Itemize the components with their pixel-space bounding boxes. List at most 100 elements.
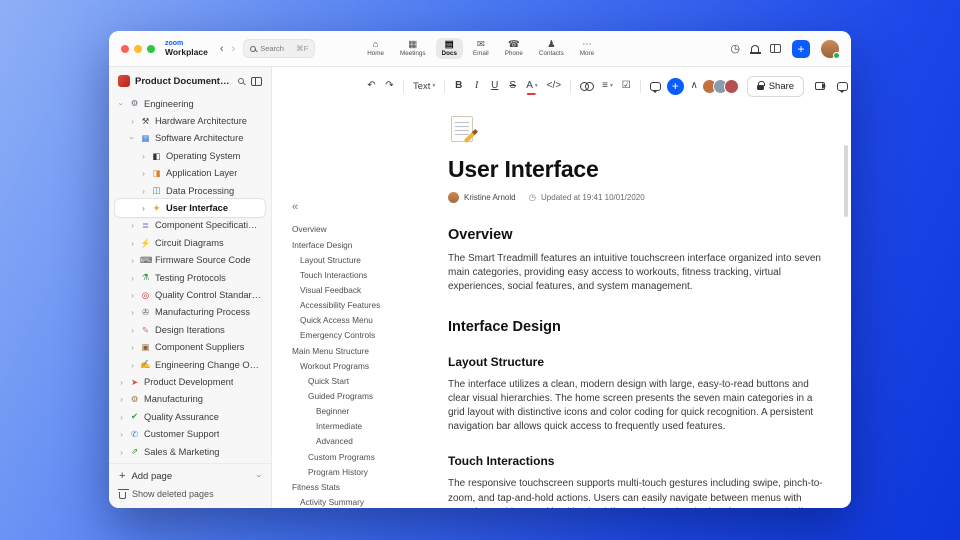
chevron-right-icon[interactable]: › xyxy=(129,307,136,317)
maximize-button[interactable] xyxy=(147,44,155,53)
sidebar-item-firmware-source-code[interactable]: › ⌨ Firmware Source Code xyxy=(115,252,265,269)
redo-button[interactable]: ↷ xyxy=(382,76,397,96)
forward-button[interactable]: › xyxy=(232,43,236,55)
underline-button[interactable]: U xyxy=(487,76,502,96)
sidebar-item-manufacturing[interactable]: › ⚙ Manufacturing xyxy=(115,391,265,408)
chevron-right-icon[interactable]: › xyxy=(118,412,125,422)
sidebar-item-design-iterations[interactable]: › ✎ Design Iterations xyxy=(115,321,265,338)
outline-item-intermediate[interactable]: Intermediate xyxy=(292,419,442,434)
chevron-right-icon[interactable]: › xyxy=(129,255,136,265)
doc-heading-overview[interactable]: Overview xyxy=(448,227,826,243)
insert-button[interactable]: + xyxy=(666,77,684,95)
side-panel-icon[interactable] xyxy=(770,44,781,53)
chevron-right-icon[interactable]: › xyxy=(129,116,136,126)
comment-button[interactable] xyxy=(647,76,664,96)
doc-paragraph[interactable]: The Smart Treadmill features an intuitiv… xyxy=(448,252,826,295)
chevron-right-icon[interactable]: › xyxy=(129,290,136,300)
sidebar-item-component-specifications[interactable]: › ≣ Component Specifications xyxy=(115,217,265,234)
sidebar-item-manufacturing-process[interactable]: › ✇ Manufacturing Process xyxy=(115,304,265,321)
history-icon[interactable]: ◷ xyxy=(730,42,740,55)
doc-heading-touch-interactions[interactable]: Touch Interactions xyxy=(448,454,826,468)
outline-item-activity-summary[interactable]: Activity Summary xyxy=(292,495,442,508)
sidebar-item-hardware-architecture[interactable]: › ⚒ Hardware Architecture xyxy=(115,112,265,129)
chevron-right-icon[interactable]: › xyxy=(129,220,136,230)
chevron-down-icon[interactable]: › xyxy=(128,135,138,142)
outline-item-layout-structure[interactable]: Layout Structure xyxy=(292,252,442,267)
close-button[interactable] xyxy=(121,44,129,53)
chevron-right-icon[interactable]: › xyxy=(129,325,136,335)
outline-item-quick-start[interactable]: Quick Start xyxy=(292,373,442,388)
sidebar-item-component-suppliers[interactable]: › ▣ Component Suppliers xyxy=(115,338,265,355)
add-page-button[interactable]: + Add page › xyxy=(119,470,265,482)
collapse-outline-button[interactable]: « xyxy=(292,201,442,213)
sidebar-item-engineering-change-orders[interactable]: › ✍ Engineering Change Orders xyxy=(115,356,265,373)
chevron-right-icon[interactable]: › xyxy=(140,186,147,196)
bold-button[interactable]: B xyxy=(451,76,466,96)
tab-docs[interactable]: ▤ Docs xyxy=(435,37,463,60)
new-button[interactable]: + xyxy=(792,39,810,58)
chevron-right-icon[interactable]: › xyxy=(129,360,136,370)
doc-paragraph[interactable]: The responsive touchscreen supports mult… xyxy=(448,477,826,508)
minimize-button[interactable] xyxy=(134,44,142,53)
chevron-down-icon[interactable]: › xyxy=(255,475,265,478)
text-color-button[interactable]: A ▾ xyxy=(523,76,540,96)
link-button[interactable] xyxy=(577,76,596,96)
collaborator-avatar[interactable] xyxy=(723,78,739,94)
sidebar-item-quality-control-standards[interactable]: › ◎ Quality Control Standards xyxy=(115,286,265,303)
doc-heading-interface-design[interactable]: Interface Design xyxy=(448,319,826,335)
sidebar-item-sales-marketing[interactable]: › ⇗ Sales & Marketing xyxy=(115,443,265,460)
sidebar-item-customer-support[interactable]: › ✆ Customer Support xyxy=(115,425,265,442)
outline-item-interface-design[interactable]: Interface Design xyxy=(292,237,442,252)
chat-button[interactable] xyxy=(834,76,851,96)
outline-item-touch-interactions[interactable]: Touch Interactions xyxy=(292,267,442,282)
chevron-right-icon[interactable]: › xyxy=(129,238,136,248)
notifications-icon[interactable] xyxy=(749,44,761,54)
sidebar-search-icon[interactable] xyxy=(238,78,244,84)
sidebar-item-testing-protocols[interactable]: › ⚗ Testing Protocols xyxy=(115,269,265,286)
collapse-toolbar-button[interactable]: ∧ xyxy=(687,76,702,96)
sidebar-item-user-interface[interactable]: › ✦ User Interface xyxy=(115,199,265,217)
tab-phone[interactable]: ☎ Phone xyxy=(499,38,529,60)
code-button[interactable]: </> xyxy=(544,76,564,96)
video-button[interactable] xyxy=(812,76,828,96)
outline-item-custom-programs[interactable]: Custom Programs xyxy=(292,449,442,464)
sidebar-item-engineering[interactable]: › ⚙ Engineering xyxy=(115,95,265,112)
italic-button[interactable]: I xyxy=(469,76,484,96)
outline-item-overview[interactable]: Overview xyxy=(292,222,442,237)
tab-more[interactable]: ⋯ More xyxy=(574,38,600,60)
tab-meetings[interactable]: ▦ Meetings xyxy=(394,38,432,60)
doc-heading-layout-structure[interactable]: Layout Structure xyxy=(448,355,826,369)
chevron-right-icon[interactable]: › xyxy=(129,342,136,352)
undo-button[interactable]: ↶ xyxy=(364,76,379,96)
sidebar-item-circuit-diagrams[interactable]: › ⚡ Circuit Diagrams xyxy=(115,234,265,251)
outline-item-workout-programs[interactable]: Workout Programs xyxy=(292,358,442,373)
chevron-right-icon[interactable]: › xyxy=(118,447,125,457)
sidebar-item-application-layer[interactable]: › ◨ Application Layer xyxy=(115,165,265,182)
show-deleted-pages-button[interactable]: Show deleted pages xyxy=(118,489,261,499)
sidebar-item-data-processing[interactable]: › ◫ Data Processing xyxy=(115,182,265,199)
chevron-right-icon[interactable]: › xyxy=(118,429,125,439)
tab-email[interactable]: ✉ Email xyxy=(467,38,495,60)
sidebar-item-quality-assurance[interactable]: › ✔ Quality Assurance xyxy=(115,408,265,425)
tab-home[interactable]: ⌂ Home xyxy=(361,38,390,60)
memo-emoji-icon[interactable] xyxy=(448,115,479,145)
strikethrough-button[interactable]: S xyxy=(505,76,520,96)
doc-paragraph[interactable]: The interface utilizes a clean, modern d… xyxy=(448,378,826,435)
outline-item-beginner[interactable]: Beginner xyxy=(292,404,442,419)
outline-item-advanced[interactable]: Advanced xyxy=(292,434,442,449)
global-search-input[interactable]: Search ⌘F xyxy=(243,39,316,58)
chevron-right-icon[interactable]: › xyxy=(140,151,147,161)
outline-item-emergency-controls[interactable]: Emergency Controls xyxy=(292,328,442,343)
share-button[interactable]: Share xyxy=(746,75,805,97)
user-avatar[interactable] xyxy=(821,39,840,59)
doc-title[interactable]: User Interface xyxy=(448,156,826,183)
scrollbar[interactable] xyxy=(844,145,848,217)
chevron-right-icon[interactable]: › xyxy=(140,168,147,178)
chevron-right-icon[interactable]: › xyxy=(140,203,147,213)
checklist-button[interactable]: ☑ xyxy=(619,76,634,96)
tab-contacts[interactable]: ♟ Contacts xyxy=(533,38,570,60)
chevron-down-icon[interactable]: › xyxy=(117,100,127,107)
sidebar-item-product-development[interactable]: › ➤ Product Development xyxy=(115,373,265,390)
collapse-sidebar-icon[interactable] xyxy=(251,76,262,86)
outline-item-fitness-stats[interactable]: Fitness Stats xyxy=(292,479,442,494)
